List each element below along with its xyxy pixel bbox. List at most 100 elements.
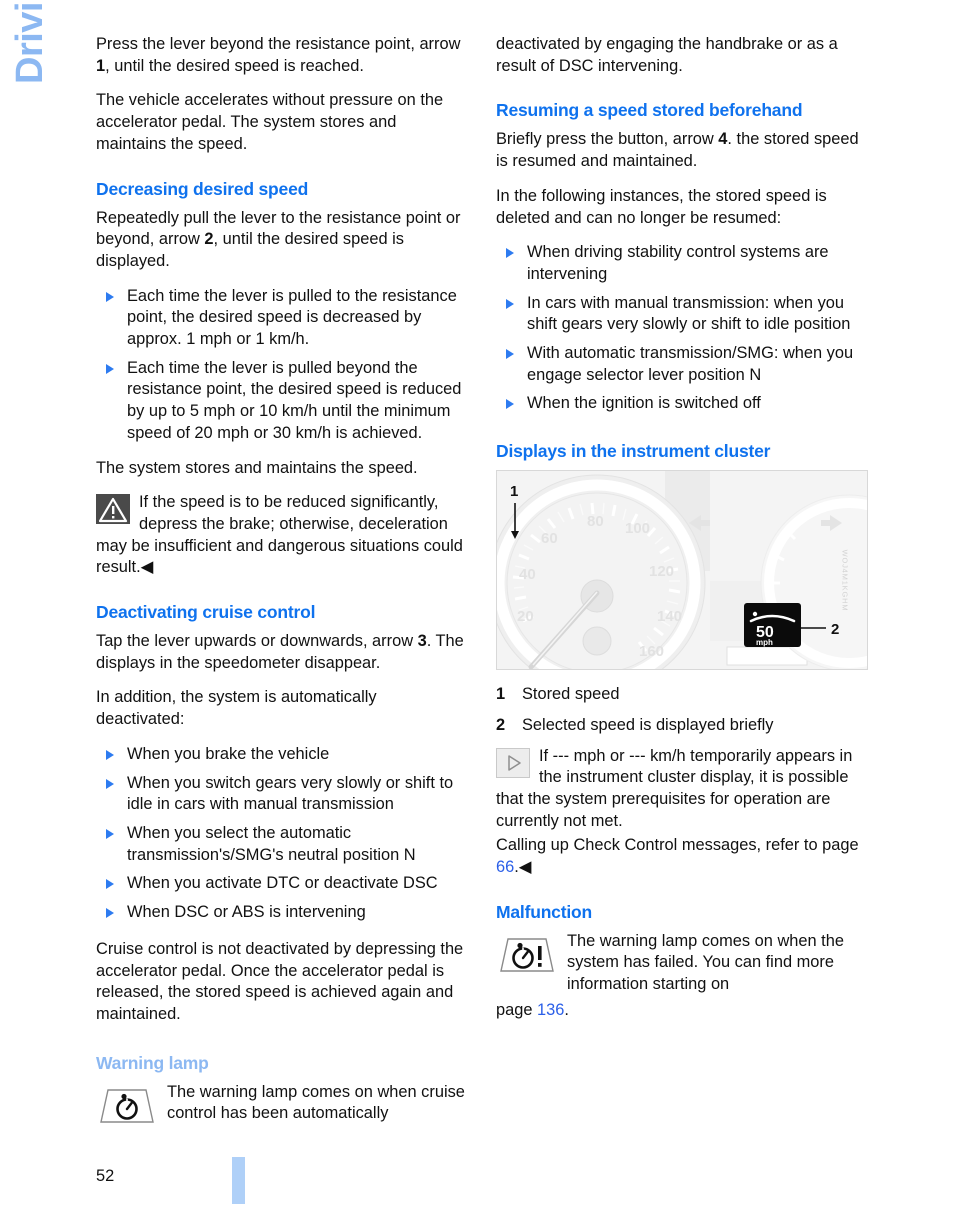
list-item: Each time the lever is pulled beyond the… (96, 358, 468, 445)
text-run: . (564, 1000, 569, 1019)
arrow-number: 1 (96, 56, 106, 75)
svg-text:1: 1 (510, 483, 518, 500)
heading-warning-lamp: Warning lamp (96, 1052, 209, 1073)
heading-displays-instrument-cluster: Displays in the instrument cluster (496, 441, 771, 462)
legend-number: 1 (496, 685, 506, 704)
list-item-label: When DSC or ABS is intervening (127, 903, 366, 922)
legend-label: Stored speed (522, 685, 620, 704)
end-marker-icon: ◀ (140, 558, 154, 577)
chapter-tab-label: Driving (8, 0, 51, 84)
paragraph-following-instances: In the following instances, the stored s… (496, 186, 827, 227)
page-marker-bar (232, 1157, 245, 1204)
triangle-bullet-icon (506, 349, 514, 360)
text-run: Press the lever beyond the resistance po… (96, 35, 461, 53)
note-callout: If --- mph or --- km/h temporarily appea… (496, 746, 868, 833)
malfunction-callout: The warning lamp comes on when the syste… (496, 931, 868, 996)
svg-text:140: 140 (657, 608, 682, 625)
triangle-bullet-icon (106, 778, 114, 789)
text-run: Tap the lever upwards or downwards, arro… (96, 632, 418, 651)
list-item: When you switch gears very slowly or shi… (96, 773, 468, 816)
svg-text:100: 100 (625, 520, 650, 537)
arrow-number: 2 (204, 230, 214, 249)
page-reference-link[interactable]: 136 (537, 1001, 564, 1019)
warning-triangle-icon (96, 494, 130, 525)
list-item-label: When you select the automatic transmissi… (127, 823, 416, 864)
triangle-bullet-icon (106, 363, 114, 374)
text-run: , until the desired speed is reached. (105, 56, 364, 75)
end-marker-icon: ◀ (518, 858, 532, 877)
list-item: With automatic transmission/SMG: when yo… (496, 343, 868, 386)
cruise-control-malfunction-lamp-icon (496, 933, 558, 977)
list-item: When DSC or ABS is intervening (96, 902, 468, 924)
note-triangle-icon (496, 747, 530, 778)
svg-text:120: 120 (649, 563, 674, 580)
triangle-bullet-icon (506, 399, 514, 410)
list-item-label: In cars with manual transmission: when y… (527, 293, 851, 334)
heading-deactivating-cruise-control: Deactivating cruise control (96, 602, 316, 623)
left-column: Press the lever beyond the resistance po… (96, 34, 468, 1141)
heading-malfunction: Malfunction (496, 901, 592, 922)
paragraph-system-stores: The system stores and maintains the spee… (96, 458, 418, 477)
triangle-bullet-icon (106, 749, 114, 760)
legend-label: Selected speed is displayed briefly (522, 715, 774, 734)
page-number: 52 (96, 1167, 115, 1185)
instrument-cluster-figure: 20 40 60 80 100 120 140 160 50 mph 1 2 W… (496, 470, 868, 671)
paragraph-malfunction-page: page 136. (496, 1000, 868, 1022)
list-item-label: When driving stability control systems a… (527, 243, 829, 283)
paragraph-in-addition: In addition, the system is automatically… (96, 688, 377, 729)
list-item-label: When the ignition is switched off (527, 394, 761, 413)
svg-text:80: 80 (587, 513, 604, 530)
list-deactivating: When you brake the vehicle When you swit… (96, 744, 468, 924)
legend-number: 2 (496, 715, 506, 734)
triangle-bullet-icon (106, 879, 114, 890)
list-item: When driving stability control systems a… (496, 242, 868, 285)
arrow-number: 3 (417, 632, 427, 651)
warning-callout: If the speed is to be reduced significan… (96, 492, 468, 579)
triangle-bullet-icon (506, 248, 514, 259)
note-callout-text: If --- mph or --- km/h temporarily appea… (496, 746, 853, 830)
list-item-label: When you switch gears very slowly or shi… (127, 773, 454, 814)
list-item-label: When you brake the vehicle (127, 744, 330, 763)
warning-lamp-text: The warning lamp comes on when cruise co… (167, 1082, 465, 1123)
cruise-control-lamp-icon (96, 1084, 158, 1128)
list-item: In cars with manual transmission: when y… (496, 293, 868, 336)
figure-id-code: WOJ4M1KGHM (840, 549, 850, 612)
svg-text:2: 2 (831, 621, 839, 638)
heading-resuming-speed: Resuming a speed stored beforehand (496, 100, 803, 121)
list-item: Each time the lever is pulled to the res… (96, 286, 468, 351)
list-item: When you select the automatic transmissi… (96, 823, 468, 866)
legend-item-2: 2 Selected speed is displayed briefly (496, 715, 868, 737)
page-reference-link[interactable]: 66 (496, 858, 514, 876)
paragraph-check-control: Calling up Check Control messages, refer… (496, 835, 868, 878)
list-item-label: Each time the lever is pulled to the res… (127, 286, 457, 349)
svg-text:40: 40 (519, 566, 536, 583)
triangle-bullet-icon (106, 828, 114, 839)
text-run: Briefly press the button, arrow (496, 130, 719, 149)
triangle-bullet-icon (106, 908, 114, 919)
chapter-tab: Driving (0, 0, 60, 90)
text-run: page (496, 1000, 538, 1019)
svg-text:mph: mph (756, 638, 773, 647)
svg-text:60: 60 (541, 530, 558, 547)
paragraph-deactivated-handbrake: deactivated by engaging the handbrake or… (496, 35, 838, 75)
paragraph-tap-lever: Tap the lever upwards or downwards, arro… (96, 631, 468, 674)
list-item-label: Each time the lever is pulled beyond the… (127, 358, 462, 442)
list-item-label: When you activate DTC or deactivate DSC (127, 874, 438, 893)
svg-text:20: 20 (517, 608, 534, 625)
malfunction-text: The warning lamp comes on when the syste… (567, 931, 844, 994)
triangle-bullet-icon (506, 298, 514, 309)
legend-item-1: 1 Stored speed (496, 684, 868, 706)
list-speed-deleted: When driving stability control systems a… (496, 242, 868, 415)
paragraph-briefly-press: Briefly press the button, arrow 4. the s… (496, 129, 868, 172)
text-run: Calling up Check Control messages, refer… (496, 836, 859, 855)
list-item: When the ignition is switched off (496, 393, 868, 415)
heading-decreasing-desired-speed: Decreasing desired speed (96, 178, 309, 199)
manual-page: Driving Press the lever beyond the resis… (0, 0, 954, 1213)
list-item-label: With automatic transmission/SMG: when yo… (527, 344, 854, 384)
paragraph-press-lever: Press the lever beyond the resistance po… (96, 34, 468, 77)
paragraph-cruise-not-deactivated: Cruise control is not deactivated by dep… (96, 939, 464, 1023)
paragraph-vehicle-accelerates: The vehicle accelerates without pressure… (96, 91, 444, 153)
triangle-bullet-icon (106, 291, 114, 302)
warning-lamp-callout: The warning lamp comes on when cruise co… (96, 1082, 468, 1128)
page-footer: 52 (96, 1157, 245, 1204)
